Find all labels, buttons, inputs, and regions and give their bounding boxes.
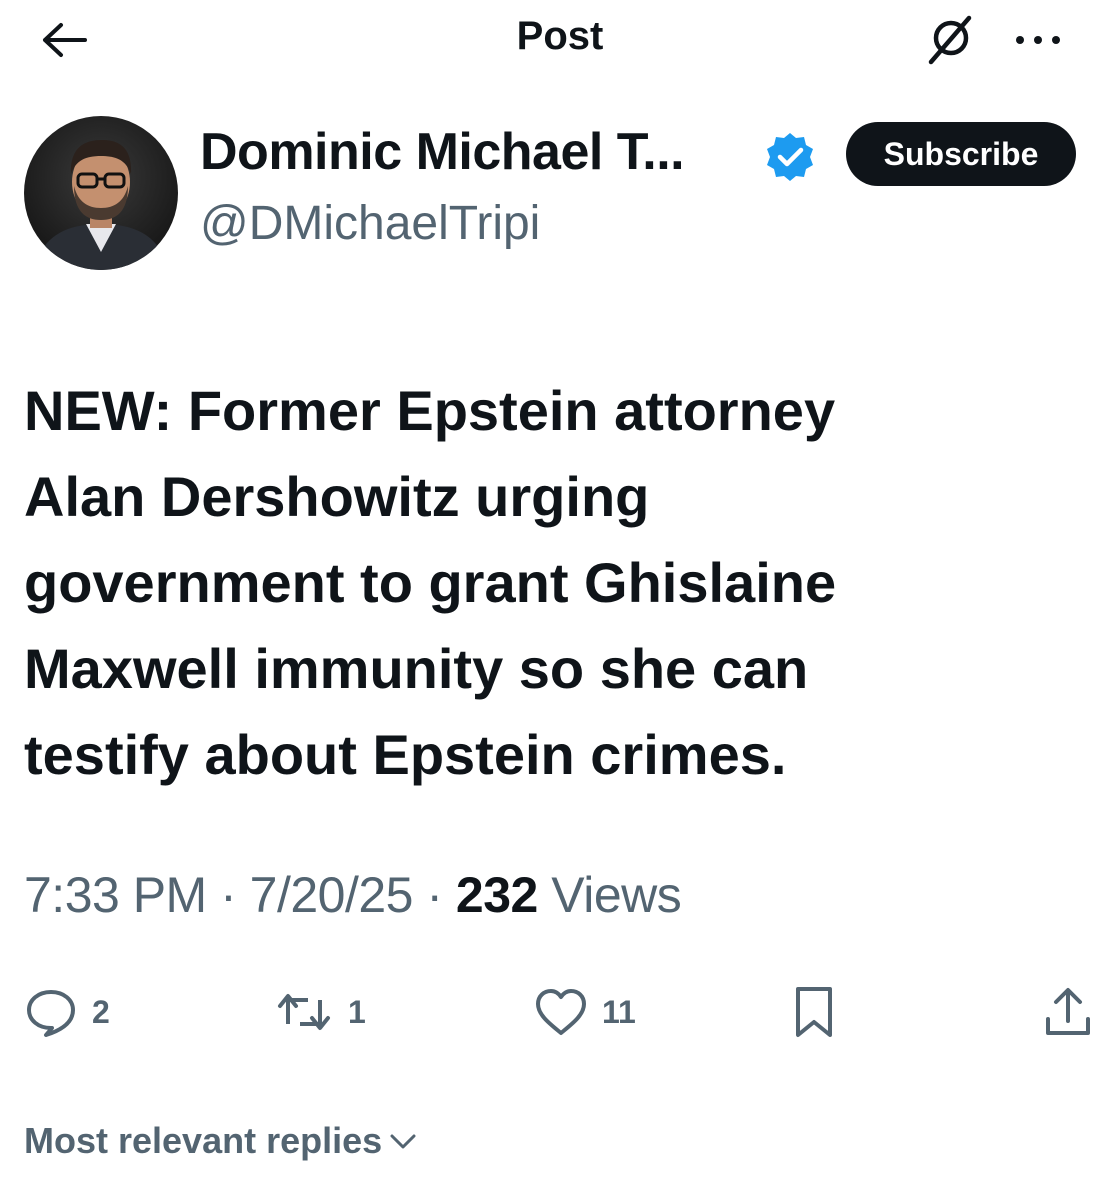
- post-text-line: government to grant Ghislaine: [24, 551, 837, 614]
- share-button[interactable]: [1042, 984, 1094, 1040]
- more-icon: [1016, 36, 1060, 44]
- separator: ·: [206, 867, 250, 923]
- replies-sort-dropdown[interactable]: Most relevant replies: [24, 1120, 418, 1162]
- views-count: 232: [455, 867, 538, 923]
- post-text: NEW: Former Epstein attorney Alan Dersho…: [24, 368, 1084, 798]
- post-text-line: NEW: Former Epstein attorney: [24, 379, 836, 442]
- separator: ·: [412, 867, 456, 923]
- reply-count: 2: [92, 993, 110, 1030]
- grok-icon: [928, 15, 972, 65]
- repost-icon: [278, 994, 330, 1030]
- subscribe-button[interactable]: Subscribe: [846, 122, 1076, 186]
- verified-badge-icon: [767, 133, 813, 181]
- share-icon: [1046, 988, 1090, 1035]
- post-text-line: Alan Dershowitz urging: [24, 465, 650, 528]
- more-button[interactable]: [1006, 18, 1070, 62]
- post-time[interactable]: 7:33 PM: [24, 867, 207, 923]
- post-metadata: 7:33 PM · 7/20/25 · 232 Views: [24, 866, 682, 924]
- post-text-line: testify about Epstein crimes.: [24, 723, 787, 786]
- bookmark-button[interactable]: [792, 984, 836, 1040]
- post-text-line: Maxwell immunity so she can: [24, 637, 809, 700]
- replies-sort-label: Most relevant replies: [24, 1120, 383, 1161]
- views-label: Views: [551, 867, 682, 923]
- avatar[interactable]: [24, 116, 178, 270]
- like-icon: [536, 989, 586, 1035]
- post-date[interactable]: 7/20/25: [250, 867, 414, 923]
- like-count: 11: [602, 993, 636, 1030]
- chevron-down-icon: [390, 1134, 416, 1149]
- repost-count: 1: [348, 993, 366, 1030]
- like-button[interactable]: 11: [534, 984, 636, 1040]
- top-bar: Post: [0, 0, 1120, 80]
- reply-button[interactable]: 2: [24, 984, 110, 1040]
- grok-button[interactable]: [922, 14, 978, 66]
- author-display-name[interactable]: Dominic Michael T...: [200, 122, 685, 182]
- avatar-photo: [24, 116, 178, 270]
- reply-icon: [27, 990, 75, 1037]
- author-handle[interactable]: @DMichaelTripi: [200, 196, 540, 251]
- repost-button[interactable]: 1: [274, 984, 366, 1040]
- bookmark-icon: [796, 987, 832, 1037]
